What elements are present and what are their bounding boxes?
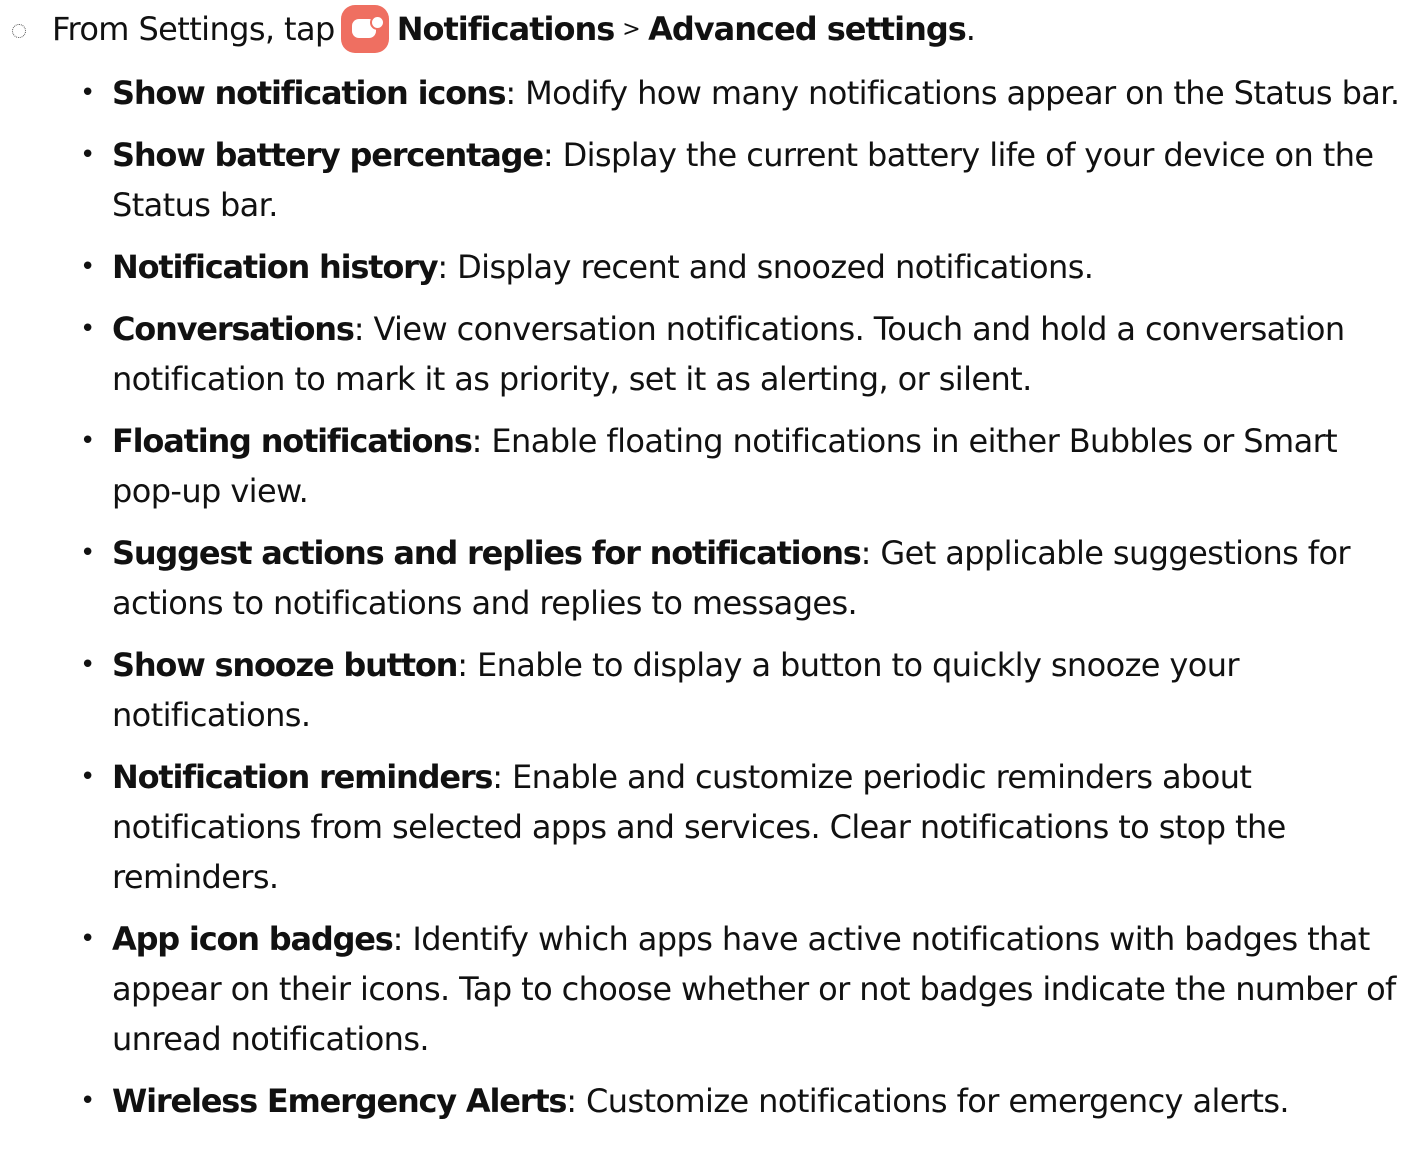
option-term: App icon badges [112,920,394,958]
path-advanced-settings: Advanced settings [648,10,967,48]
list-item: • Wireless Emergency Alerts: Customize no… [80,1076,1410,1126]
option-term: Conversations [112,310,355,348]
list-item: • Show snooze button: Enable to display a… [80,640,1410,740]
option-description: : Modify how many notifications appear o… [505,74,1400,112]
list-item: • Floating notifications: Enable floating… [80,416,1410,516]
bullet-icon: • [80,762,95,792]
bullet-icon: • [80,1086,95,1116]
step-marker-icon [12,24,26,38]
option-term: Show battery percentage [112,136,544,174]
list-item: • Show battery percentage: Display the cu… [80,130,1410,230]
step-prefix: From Settings, tap [52,10,335,48]
step-text: From Settings, tap Notifications > Advan… [52,5,976,53]
bullet-icon: • [80,538,95,568]
bullet-icon: • [80,650,95,680]
option-term: Suggest actions and replies for notifica… [112,534,862,572]
option-term: Show snooze button [112,646,458,684]
list-item: • Notification history: Display recent an… [80,242,1410,292]
option-description: : Display recent and snoozed notificatio… [437,248,1094,286]
option-term: Notification reminders [112,758,493,796]
option-term: Notification history [112,248,439,286]
list-item: • Conversations: View conversation notifi… [80,304,1410,404]
bullet-icon: • [80,314,95,344]
option-description: : Customize notifications for emergency … [566,1082,1290,1120]
list-item: • Suggest actions and replies for notific… [80,528,1410,628]
step-suffix: . [965,10,976,48]
notifications-app-icon [340,5,389,53]
path-separator: > [622,16,641,42]
list-item: • Show notification icons: Modify how man… [80,68,1410,118]
bullet-icon: • [80,78,95,108]
bullet-icon: • [80,924,95,954]
bullet-icon: • [80,426,95,456]
option-term: Floating notifications [112,422,473,460]
advanced-settings-list: • Show notification icons: Modify how man… [80,68,1410,1138]
bullet-icon: • [80,252,95,282]
list-item: • Notification reminders: Enable and cust… [80,752,1410,902]
option-term: Wireless Emergency Alerts [112,1082,567,1120]
step-instruction: From Settings, tap Notifications > Advan… [0,0,1424,58]
list-item: • App icon badges: Identify which apps ha… [80,914,1410,1064]
notification-dot [369,15,385,30]
bullet-icon: • [80,140,95,170]
option-term: Show notification icons [112,74,507,112]
path-notifications: Notifications [396,10,616,48]
